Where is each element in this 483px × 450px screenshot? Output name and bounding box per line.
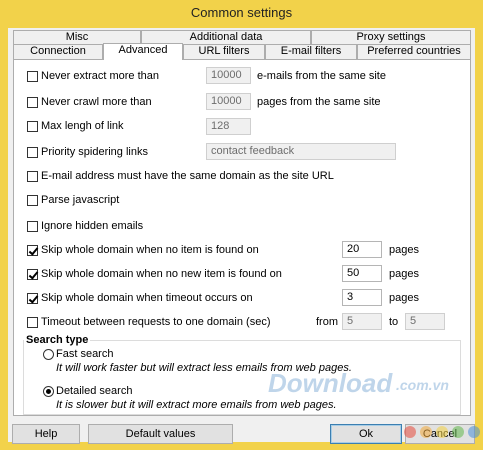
parse-js-checkbox[interactable] bbox=[27, 195, 38, 206]
advanced-panel: Never extract more than 10000 e-mails fr… bbox=[13, 59, 471, 416]
same-domain-checkbox[interactable] bbox=[27, 171, 38, 182]
cancel-button[interactable]: Cancel bbox=[405, 424, 475, 444]
timeout-between-checkbox[interactable] bbox=[27, 317, 38, 328]
never-extract-input[interactable]: 10000 bbox=[206, 67, 251, 84]
skip-timeout-input[interactable]: 3 bbox=[342, 289, 382, 306]
priority-label: Priority spidering links bbox=[41, 146, 148, 158]
priority-input[interactable]: contact feedback bbox=[206, 143, 396, 160]
timeout-from-label: from bbox=[316, 316, 338, 328]
settings-window: Common settings Misc Additional data Pro… bbox=[0, 0, 483, 450]
same-domain-label: E-mail address must have the same domain… bbox=[41, 170, 334, 182]
skip-no-new-label: Skip whole domain when no new item is fo… bbox=[41, 268, 282, 280]
never-extract-suffix: e-mails from the same site bbox=[257, 70, 386, 82]
never-crawl-suffix: pages from the same site bbox=[257, 96, 381, 108]
max-link-label: Max lengh of link bbox=[41, 120, 124, 132]
parse-js-label: Parse javascript bbox=[41, 194, 120, 206]
skip-no-new-input[interactable]: 50 bbox=[342, 265, 382, 282]
timeout-to-label: to bbox=[389, 316, 399, 328]
max-link-input[interactable]: 128 bbox=[206, 118, 251, 135]
detailed-search-hint: It is slower but it will extract more em… bbox=[56, 399, 337, 411]
ignore-hidden-label: Ignore hidden emails bbox=[41, 220, 144, 232]
dialog-client: Misc Additional data Proxy settings Conn… bbox=[8, 28, 475, 444]
tab-url-filters[interactable]: URL filters bbox=[183, 44, 265, 59]
ignore-hidden-checkbox[interactable] bbox=[27, 221, 38, 232]
timeout-from-input[interactable]: 5 bbox=[342, 313, 382, 330]
search-type-title: Search type bbox=[24, 334, 91, 346]
never-crawl-checkbox[interactable] bbox=[27, 97, 38, 108]
window-title: Common settings bbox=[190, 5, 293, 20]
priority-checkbox[interactable] bbox=[27, 147, 38, 158]
tab-email-filters[interactable]: E-mail filters bbox=[265, 44, 357, 59]
timeout-between-label: Timeout between requests to one domain (… bbox=[41, 316, 271, 328]
fast-search-hint: It will work faster but will extract les… bbox=[56, 362, 352, 374]
skip-timeout-checkbox[interactable] bbox=[27, 293, 38, 304]
default-values-button[interactable]: Default values bbox=[88, 424, 233, 444]
skip-timeout-suffix: pages bbox=[389, 292, 419, 304]
tab-advanced[interactable]: Advanced bbox=[103, 43, 183, 60]
skip-no-item-label: Skip whole domain when no item is found … bbox=[41, 244, 259, 256]
skip-no-item-suffix: pages bbox=[389, 244, 419, 256]
never-crawl-label: Never crawl more than bbox=[41, 96, 152, 108]
tab-proxy-settings[interactable]: Proxy settings bbox=[311, 30, 471, 45]
tab-connection[interactable]: Connection bbox=[13, 44, 103, 59]
skip-no-item-input[interactable]: 20 bbox=[342, 241, 382, 258]
skip-timeout-label: Skip whole domain when timeout occurs on bbox=[41, 292, 253, 304]
max-link-checkbox[interactable] bbox=[27, 121, 38, 132]
fast-search-radio[interactable] bbox=[43, 349, 54, 360]
never-extract-label: Never extract more than bbox=[41, 70, 159, 82]
detailed-search-radio[interactable] bbox=[43, 386, 54, 397]
never-extract-checkbox[interactable] bbox=[27, 71, 38, 82]
skip-no-item-checkbox[interactable] bbox=[27, 245, 38, 256]
tab-preferred-countries[interactable]: Preferred countries bbox=[357, 44, 471, 59]
never-crawl-input[interactable]: 10000 bbox=[206, 93, 251, 110]
ok-button[interactable]: Ok bbox=[330, 424, 402, 444]
timeout-to-input[interactable]: 5 bbox=[405, 313, 445, 330]
skip-no-new-checkbox[interactable] bbox=[27, 269, 38, 280]
detailed-search-label: Detailed search bbox=[56, 385, 133, 397]
help-button[interactable]: Help bbox=[12, 424, 80, 444]
fast-search-label: Fast search bbox=[56, 348, 114, 360]
skip-no-new-suffix: pages bbox=[389, 268, 419, 280]
